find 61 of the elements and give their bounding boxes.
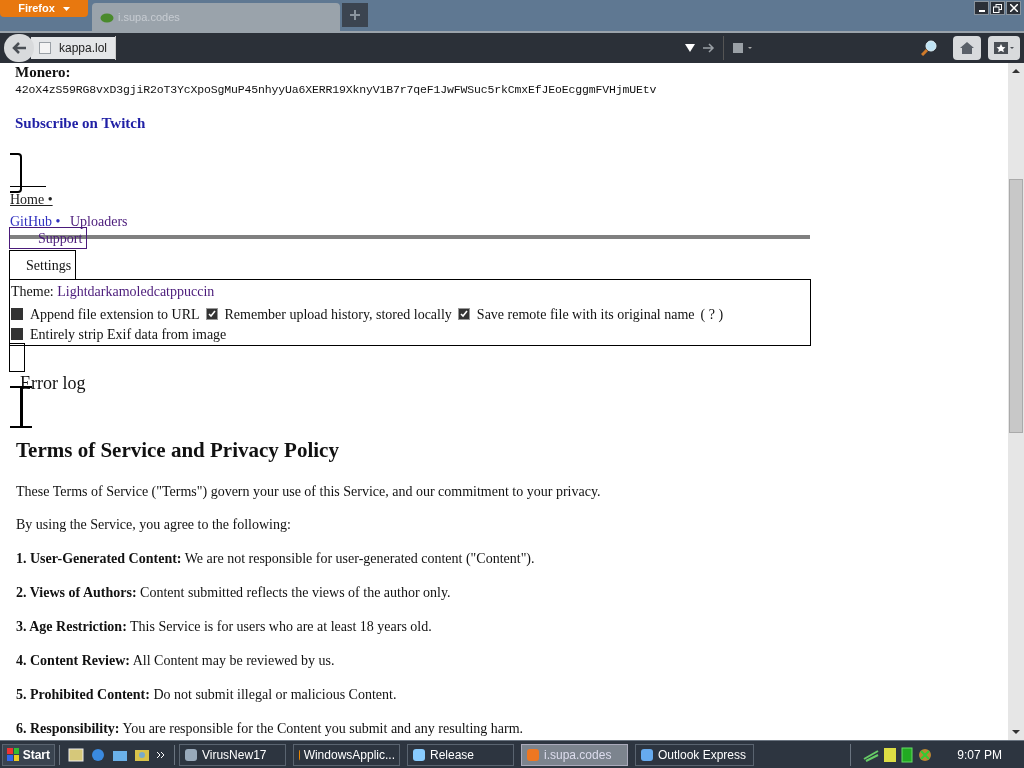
taskbar-button[interactable]: Release (407, 743, 514, 766)
checkmark-icon (206, 309, 217, 319)
windows-logo-icon (7, 747, 19, 762)
search-icon (921, 40, 937, 56)
clock: 9:07 PM (957, 746, 1002, 764)
settings-tab[interactable]: Settings (9, 250, 77, 280)
document-icon (883, 746, 898, 763)
taskbar-button[interactable]: WindowsApplic... (293, 743, 400, 766)
subscribe-link[interactable]: Subscribe on Twitch (15, 112, 146, 135)
terms-item: 3. Age Restriction: This Service is for users who are at least 18 years old. (16, 617, 432, 636)
minimize-button[interactable] (974, 1, 989, 15)
option-label: Entirely strip Exif data from image (30, 327, 227, 342)
terms-item: 6. Responsibility: You are responsible for the Content you submit and any resulting harm. (16, 719, 524, 738)
option-label: Save remote file with its original name (476, 307, 695, 322)
taskbar-button[interactable]: Outlook Express (635, 743, 754, 766)
theme-link[interactable]: Lightdarkamoledcatppuccin (57, 284, 215, 299)
more-icon (156, 749, 166, 760)
checkbox[interactable] (11, 328, 23, 340)
option-label: Append file extension to URL (30, 307, 200, 322)
bookmarks-button[interactable] (988, 36, 1020, 60)
close-button[interactable] (1006, 1, 1021, 15)
go-arrow-icon (703, 43, 715, 53)
start-button[interactable]: Start (2, 743, 55, 766)
checkbox[interactable] (457, 308, 470, 320)
address-text: kappa.lol (59, 40, 108, 57)
back-button[interactable] (4, 34, 34, 62)
agreement-paragraph: By using the Service, you agree to the following: (16, 515, 291, 534)
terms-heading: Terms of Service and Privacy Policy (16, 437, 339, 464)
dropdown-icon (685, 44, 695, 52)
restore-button[interactable] (990, 1, 1005, 15)
home-icon (959, 41, 975, 55)
nav-link[interactable]: Home • (10, 189, 53, 210)
option-label: Remember upload history, stored locally (224, 307, 452, 322)
checkmark-icon (458, 309, 469, 319)
checkbox[interactable] (11, 308, 23, 320)
caret-icon (62, 6, 70, 11)
restore-icon (993, 3, 1002, 13)
page-icon (39, 42, 51, 54)
site-identity-button[interactable]: kappa.lol (31, 37, 116, 59)
home-button[interactable] (953, 36, 981, 60)
rule-line (10, 186, 46, 187)
terms-item: 4. Content Review: All Content may be reviewed by us. (16, 651, 335, 670)
back-arrow-icon (11, 41, 27, 55)
help-link[interactable]: ( ? ) (700, 307, 724, 322)
terms-item: 2. Views of Authors: Content submitted reflects the views of the author only. (16, 583, 451, 602)
terms-item: 5. Prohibited Content: Do not submit illegal or malicious Content. (16, 685, 397, 704)
monero-label: Monero: (15, 64, 71, 80)
checkbox[interactable] (205, 308, 218, 320)
taskbar-button[interactable]: VirusNew17 (179, 743, 286, 766)
terms-item: 1. User-Generated Content: We are not responsible for user-generated content ("Content"). (16, 549, 535, 568)
scrollbar[interactable] (1008, 63, 1024, 740)
close-icon (1009, 4, 1018, 12)
new-tab-button[interactable] (342, 3, 368, 27)
star-icon (993, 41, 1015, 55)
minimize-icon (978, 10, 985, 12)
monero-address: 42oX4zS59RG8vxD3gjiR2oT3YcXpoSgMuP45nhyyUa6XERR19XknyV1B7r7qeF1JwFWSuc5rkCmxEfJEoEcggmFVHjmUEtv (15, 82, 657, 98)
plus-icon (350, 10, 360, 20)
bracket-shape (10, 153, 22, 193)
theme-label: Theme: (11, 284, 54, 299)
intro-paragraph: These Terms of Service ("Terms") govern your use of this Service, and our commitment to your privacy. (16, 482, 601, 501)
search-engine-icon (732, 42, 754, 54)
